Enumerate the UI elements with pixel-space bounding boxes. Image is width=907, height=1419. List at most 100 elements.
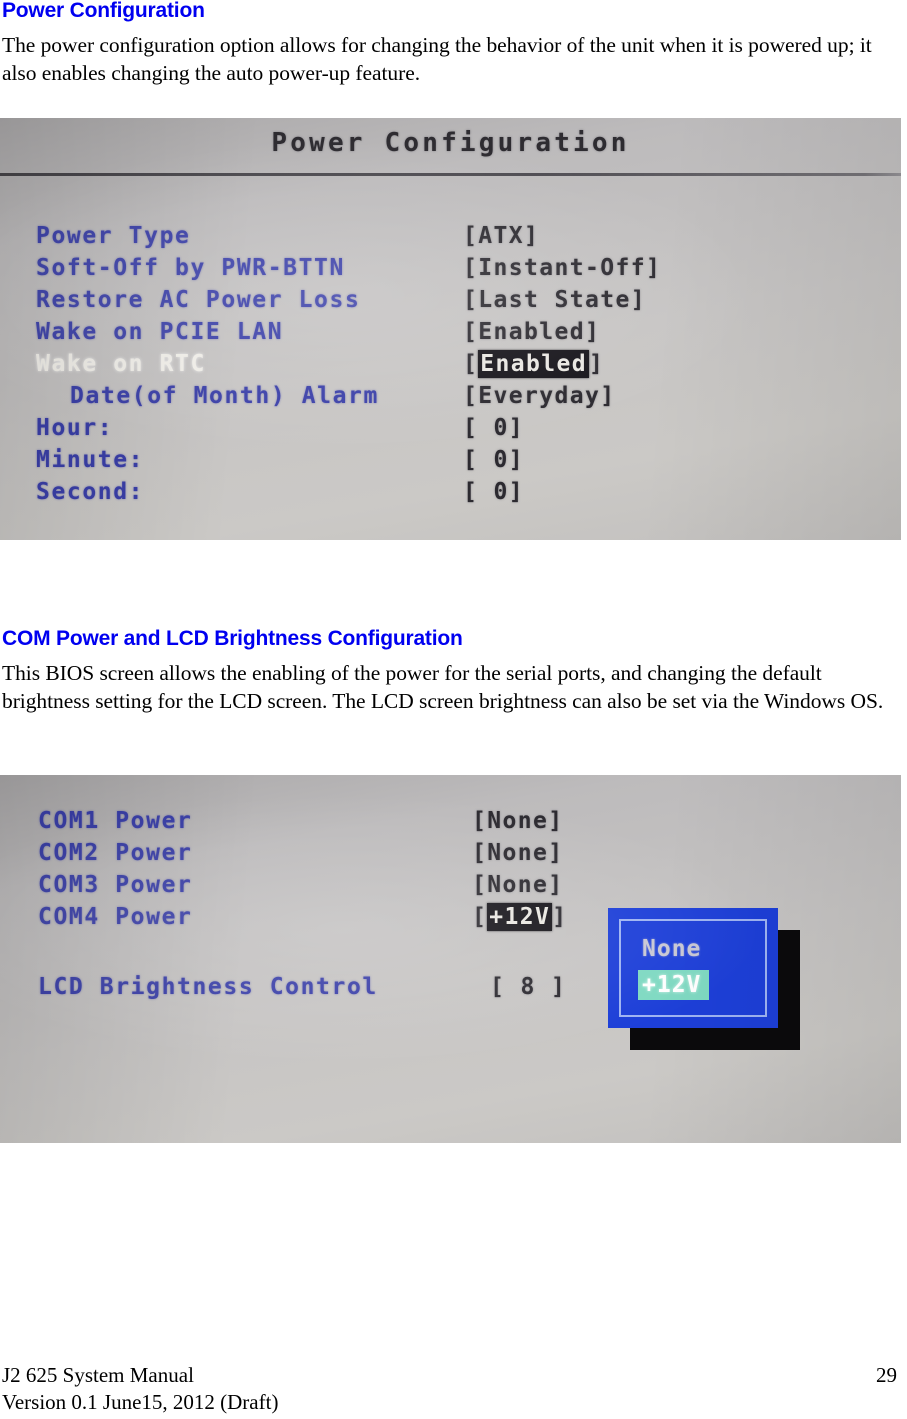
bios-row[interactable]: Restore AC Power Loss [Last State] [0, 284, 901, 316]
bios-row-value[interactable]: [ 0] [463, 476, 524, 508]
bracket-close: ] [584, 319, 601, 345]
bios-value-text: None [487, 840, 549, 866]
bios-popup-dialog-com4-power: None +12V [608, 908, 800, 1050]
bios-row-value[interactable]: [Enabled] [463, 348, 604, 380]
bios-value-text: 8 [505, 974, 551, 1000]
manual-page: Power Configuration The power configurat… [0, 0, 907, 1419]
bios-value-text: 0 [478, 479, 509, 505]
bios-row-label: COM1 Power [38, 808, 193, 834]
bracket-open: [ [472, 840, 488, 866]
bracket-close: ] [508, 479, 524, 505]
bios-row-label: Wake on RTC [36, 351, 206, 377]
popup-body: None +12V [608, 908, 778, 1028]
bracket-open: [ [463, 479, 479, 505]
bios-row-value[interactable]: [Instant-Off] [463, 252, 661, 284]
bios-value-text: Instant-Off [478, 255, 646, 281]
bracket-open: [ [463, 255, 479, 281]
footer-version: Version 0.1 June15, 2012 (Draft) [2, 1389, 279, 1414]
bios-row-label: Date(of Month) Alarm [70, 383, 379, 409]
bios-value-text: Enabled [478, 319, 585, 345]
bracket-close: ] [630, 287, 646, 313]
page-number: 29 [876, 1363, 897, 1387]
bracket-close: ] [508, 447, 524, 473]
bios-row[interactable]: COM1 Power [None] [0, 805, 901, 837]
bracket-close: ] [548, 808, 564, 834]
bios-screen-title: Power Configuration [271, 128, 630, 158]
bios-row-label: Power Type [36, 223, 191, 249]
bracket-close: ] [645, 255, 662, 281]
bracket-open: [ [463, 223, 479, 249]
bracket-open: [ [463, 351, 479, 377]
bios-value-text: Last State [478, 287, 631, 313]
section-paragraph-com-power-lcd-brightness: This BIOS screen allows the enabling of … [2, 661, 884, 713]
bios-row[interactable]: COM3 Power [None] [0, 869, 901, 901]
bios-row[interactable]: Minute: [ 0] [0, 444, 901, 476]
bios-row-label: Hour: [36, 415, 114, 441]
bracket-close: ] [600, 383, 616, 409]
bracket-open: [ [490, 974, 506, 1000]
bios-row[interactable]: Wake on RTC [Enabled] [0, 348, 901, 380]
bios-row-value[interactable]: [None] [472, 805, 564, 837]
bios-row-label: Soft-Off by PWR-BTTN [36, 255, 345, 281]
bios-row-value[interactable]: [None] [472, 837, 564, 869]
section-heading-com-power-lcd-brightness: COM Power and LCD Brightness Configurati… [2, 627, 463, 650]
bios-row-value[interactable]: [ 0] [463, 412, 524, 444]
bios-row-value[interactable]: [Everyday] [463, 380, 615, 412]
bios-row-value[interactable]: [ 0] [463, 444, 524, 476]
bios-row[interactable]: Date(of Month) Alarm [Everyday] [0, 380, 901, 412]
bracket-open: [ [463, 287, 479, 313]
bracket-open: [ [463, 383, 479, 409]
bios-row[interactable]: Power Type [ATX] [0, 220, 901, 252]
bios-row-value[interactable]: [None] [472, 869, 564, 901]
bracket-open: [ [463, 415, 479, 441]
bios-row-label: COM3 Power [38, 872, 193, 898]
bios-title-divider [0, 173, 901, 176]
bios-value-text: None [487, 808, 549, 834]
bios-row-value[interactable]: [Last State] [463, 284, 646, 316]
bracket-close: ] [548, 840, 564, 866]
section-paragraph-power-configuration: The power configuration option allows fo… [2, 33, 872, 85]
bracket-open: [ [472, 872, 488, 898]
bios-row-label: COM4 Power [38, 904, 193, 930]
bios-row[interactable]: Soft-Off by PWR-BTTN [Instant-Off] [0, 252, 901, 284]
popup-option-12v[interactable]: +12V [638, 970, 710, 1000]
footer-manual-title: J2 625 System Manual [2, 1363, 194, 1387]
bios-row[interactable]: Hour: [ 0] [0, 412, 901, 444]
bios-value-text: ATX [478, 223, 524, 249]
bios-row-label: Wake on PCIE LAN [36, 319, 284, 345]
bracket-open: [ [472, 808, 488, 834]
bios-row-value: [ 8 ] [490, 971, 566, 1003]
bracket-close: ] [552, 904, 568, 930]
bios-row-value[interactable]: [+12V] [472, 901, 568, 933]
bios-row-value[interactable]: [ATX] [463, 220, 539, 252]
bios-row[interactable]: Wake on PCIE LAN [Enabled] [0, 316, 901, 348]
popup-inner-border [619, 919, 767, 1017]
bracket-close: ] [548, 872, 564, 898]
bracket-close: ] [588, 351, 605, 377]
bios-screenshot-com-power-lcd-brightness: COM1 Power [None] COM2 Power [None] COM3 Pow… [0, 775, 901, 1143]
bios-value-text: 0 [478, 447, 509, 473]
bios-screenshot-power-configuration: Power Configuration Power Type [ATX] Soft-… [0, 118, 901, 540]
bracket-close: ] [551, 974, 567, 1000]
bracket-open: [ [463, 319, 479, 345]
bios-row-label: Second: [36, 479, 145, 505]
bios-row-label: LCD Brightness Control [38, 974, 378, 1000]
bios-row-value[interactable]: [Enabled] [463, 316, 600, 348]
bios-value-text: +12V [487, 903, 553, 931]
bios-value-text: 0 [478, 415, 509, 441]
popup-option-none[interactable]: None [642, 936, 701, 962]
bios-value-text: None [487, 872, 549, 898]
bios-value-text: Everyday [478, 383, 601, 409]
bracket-close: ] [524, 223, 540, 249]
bios-row-label: Restore AC Power Loss [36, 287, 361, 313]
bracket-close: ] [508, 415, 524, 441]
bios-row[interactable]: Second: [ 0] [0, 476, 901, 508]
bios-row-label: COM2 Power [38, 840, 193, 866]
bracket-open: [ [472, 904, 488, 930]
footer-text-block: J2 625 System Manual Version 0.1 June15,… [2, 1362, 278, 1416]
bios-value-text: Enabled [478, 350, 589, 378]
bios-row-label: Minute: [36, 447, 145, 473]
bracket-open: [ [463, 447, 479, 473]
bios-row[interactable]: COM2 Power [None] [0, 837, 901, 869]
section-heading-power-configuration: Power Configuration [2, 0, 205, 22]
